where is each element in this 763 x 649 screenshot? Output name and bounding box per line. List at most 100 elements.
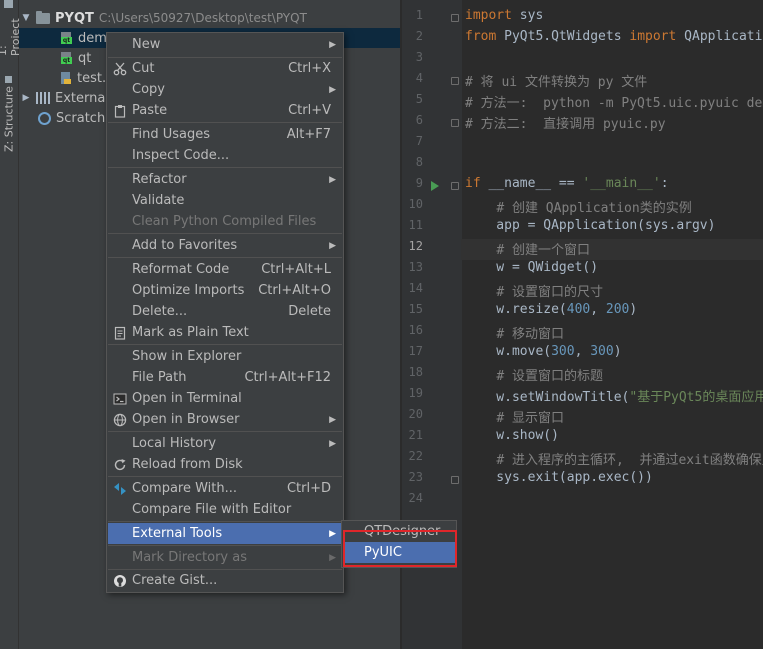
menu-item-shortcut: Alt+F7: [286, 127, 331, 142]
submenu-arrow-icon: ▶: [329, 84, 336, 95]
context-menu: New ▶ Cut Ctrl+X Copy ▶ Paste Ctrl+V Fin…: [106, 32, 344, 593]
menu-item-inspect-code[interactable]: Inspect Code...: [108, 145, 342, 166]
chevron-down-icon[interactable]: ▼: [21, 13, 31, 23]
line-number: 4: [415, 71, 423, 85]
menu-item-file-path[interactable]: File Path Ctrl+Alt+F12: [108, 367, 342, 388]
code-line[interactable]: from PyQt5.QtWidgets import QApplication: [465, 29, 763, 44]
line-number: 10: [408, 197, 423, 211]
fold-marker-icon[interactable]: [451, 476, 459, 484]
submenu-arrow-icon: ▶: [329, 528, 336, 539]
line-number: 15: [408, 302, 423, 316]
folder-icon: [36, 10, 50, 24]
qt-file-icon: [60, 51, 73, 65]
line-number: 22: [408, 449, 423, 463]
menu-item-open-in-terminal[interactable]: Open in Terminal: [108, 388, 342, 409]
python-file-icon: [60, 71, 72, 85]
menu-item-compare-file-editor[interactable]: Compare File with Editor: [108, 499, 342, 520]
chevron-right-icon[interactable]: ▶: [21, 93, 31, 103]
tab-structure[interactable]: Z: Structure: [0, 76, 18, 152]
tree-item-external-libraries[interactable]: ▶ External: [21, 88, 109, 108]
tab-project[interactable]: 1: Project: [0, 0, 22, 56]
code-line[interactable]: w.setWindowTitle("基于PyQt5的桌面应用"): [465, 386, 763, 405]
menu-item-label: Compare File with Editor: [132, 502, 292, 517]
code-line[interactable]: # 方法二: 直接调用 pyuic.py: [465, 113, 666, 132]
menu-item-reformat-code[interactable]: Reformat Code Ctrl+Alt+L: [108, 259, 342, 280]
menu-item-local-history[interactable]: Local History ▶: [108, 433, 342, 454]
code-line[interactable]: # 创建一个窗口: [465, 239, 590, 258]
menu-item-optimize-imports[interactable]: Optimize Imports Ctrl+Alt+O: [108, 280, 342, 301]
menu-item-refactor[interactable]: Refactor ▶: [108, 169, 342, 190]
menu-item-external-tools[interactable]: External Tools ▶: [108, 523, 342, 544]
code-line[interactable]: w.move(300, 300): [465, 344, 621, 359]
menu-separator: [108, 122, 342, 123]
menu-item-label: Optimize Imports: [132, 283, 245, 298]
menu-item-open-in-browser[interactable]: Open in Browser ▶: [108, 409, 342, 430]
code-line[interactable]: # 设置窗口的标题: [465, 365, 603, 384]
line-number: 6: [415, 113, 423, 127]
menu-separator: [108, 476, 342, 477]
menu-item-shortcut: Ctrl+X: [288, 61, 331, 76]
tree-item-label: External: [55, 90, 109, 106]
line-number: 3: [415, 50, 423, 64]
menu-item-label: Reload from Disk: [132, 457, 243, 472]
menu-item-compare-with[interactable]: Compare With... Ctrl+D: [108, 478, 342, 499]
menu-separator: [108, 521, 342, 522]
menu-item-new[interactable]: New ▶: [108, 34, 342, 55]
code-line[interactable]: w.show(): [465, 428, 559, 443]
menu-item-create-gist[interactable]: Create Gist...: [108, 570, 342, 591]
menu-item-mark-plain-text[interactable]: Mark as Plain Text: [108, 322, 342, 343]
code-editor[interactable]: import sys from PyQt5.QtWidgets import QA…: [461, 0, 763, 649]
menu-item-find-usages[interactable]: Find Usages Alt+F7: [108, 124, 342, 145]
code-line[interactable]: # 将 ui 文件转换为 py 文件: [465, 71, 647, 90]
menu-item-cut[interactable]: Cut Ctrl+X: [108, 58, 342, 79]
menu-item-validate[interactable]: Validate: [108, 190, 342, 211]
submenu-arrow-icon: ▶: [329, 552, 336, 563]
code-line[interactable]: w.resize(400, 200): [465, 302, 637, 317]
run-icon[interactable]: [431, 181, 439, 191]
menu-separator: [108, 344, 342, 345]
menu-item-label: File Path: [132, 370, 187, 385]
code-line[interactable]: w = QWidget(): [465, 260, 598, 275]
menu-item-label: Delete...: [132, 304, 188, 319]
menu-separator: [108, 233, 342, 234]
code-line[interactable]: # 显示窗口: [465, 407, 564, 426]
line-number: 5: [415, 92, 423, 106]
menu-separator: [108, 431, 342, 432]
menu-item-label: Reformat Code: [132, 262, 230, 277]
code-line[interactable]: sys.exit(app.exec()): [465, 470, 653, 485]
menu-item-label: Compare With...: [132, 481, 238, 496]
tree-item-qt[interactable]: qt: [60, 48, 91, 68]
menu-item-label: Create Gist...: [132, 573, 218, 588]
menu-item-paste[interactable]: Paste Ctrl+V: [108, 100, 342, 121]
menu-item-delete[interactable]: Delete... Delete: [108, 301, 342, 322]
menu-item-copy[interactable]: Copy ▶: [108, 79, 342, 100]
menu-item-reload-from-disk[interactable]: Reload from Disk: [108, 454, 342, 475]
code-line[interactable]: import sys: [465, 8, 543, 23]
line-number: 9: [415, 176, 423, 190]
fold-marker-icon[interactable]: [451, 77, 459, 85]
tree-root[interactable]: ▼ PYQT C:\Users\50927\Desktop\test\PYQT: [21, 8, 400, 28]
code-line[interactable]: # 创建 QApplication类的实例: [465, 197, 691, 216]
line-number: 1: [415, 8, 423, 22]
code-line[interactable]: # 移动窗口: [465, 323, 564, 342]
line-number: 23: [408, 470, 423, 484]
fold-marker-icon[interactable]: [451, 182, 459, 190]
structure-tab-label: Z: Structure: [2, 86, 16, 152]
code-line[interactable]: # 方法一: python -m PyQt5.uic.pyuic demo.ui: [465, 92, 763, 111]
fold-marker-icon[interactable]: [451, 119, 459, 127]
code-line[interactable]: app = QApplication(sys.argv): [465, 218, 715, 233]
compare-arrows-icon: [114, 483, 126, 495]
code-line[interactable]: if __name__ == '__main__':: [465, 176, 669, 191]
menu-item-label: Cut: [132, 61, 155, 76]
terminal-icon: [113, 393, 127, 405]
code-line[interactable]: # 进入程序的主循环, 并通过exit函数确保主循环安全结束: [465, 449, 763, 468]
menu-item-show-in-explorer[interactable]: Show in Explorer: [108, 346, 342, 367]
submenu-arrow-icon: ▶: [329, 39, 336, 50]
line-number: 24: [408, 491, 423, 505]
menu-item-label: Validate: [132, 193, 185, 208]
code-line[interactable]: # 设置窗口的尺寸: [465, 281, 603, 300]
line-number: 14: [408, 281, 423, 295]
menu-item-add-to-favorites[interactable]: Add to Favorites ▶: [108, 235, 342, 256]
menu-item-label: Mark as Plain Text: [132, 325, 249, 340]
fold-marker-icon[interactable]: [451, 14, 459, 22]
